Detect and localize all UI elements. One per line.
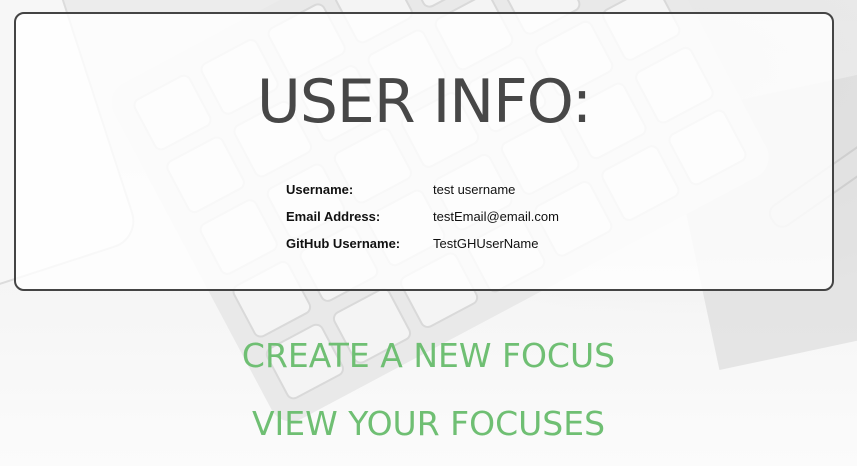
user-info-title: USER INFO: bbox=[256, 67, 592, 137]
github-username-label: GitHub Username: bbox=[286, 236, 401, 251]
email-row: Email Address: testEmail@email.com bbox=[286, 203, 559, 230]
view-your-focuses-link[interactable]: VIEW YOUR FOCUSES bbox=[0, 404, 857, 443]
github-username-row: GitHub Username: TestGHUserName bbox=[286, 230, 559, 257]
user-info-card: USER INFO: Username: test username Email… bbox=[14, 12, 834, 291]
email-label: Email Address: bbox=[286, 209, 381, 224]
user-info-list: Username: test username Email Address: t… bbox=[286, 176, 559, 257]
username-row: Username: test username bbox=[286, 176, 559, 203]
username-label: Username: bbox=[286, 182, 354, 197]
create-new-focus-link[interactable]: CREATE A NEW FOCUS bbox=[0, 336, 857, 375]
username-value: test username bbox=[433, 182, 516, 197]
email-value: testEmail@email.com bbox=[433, 209, 559, 224]
github-username-value: TestGHUserName bbox=[433, 236, 539, 251]
